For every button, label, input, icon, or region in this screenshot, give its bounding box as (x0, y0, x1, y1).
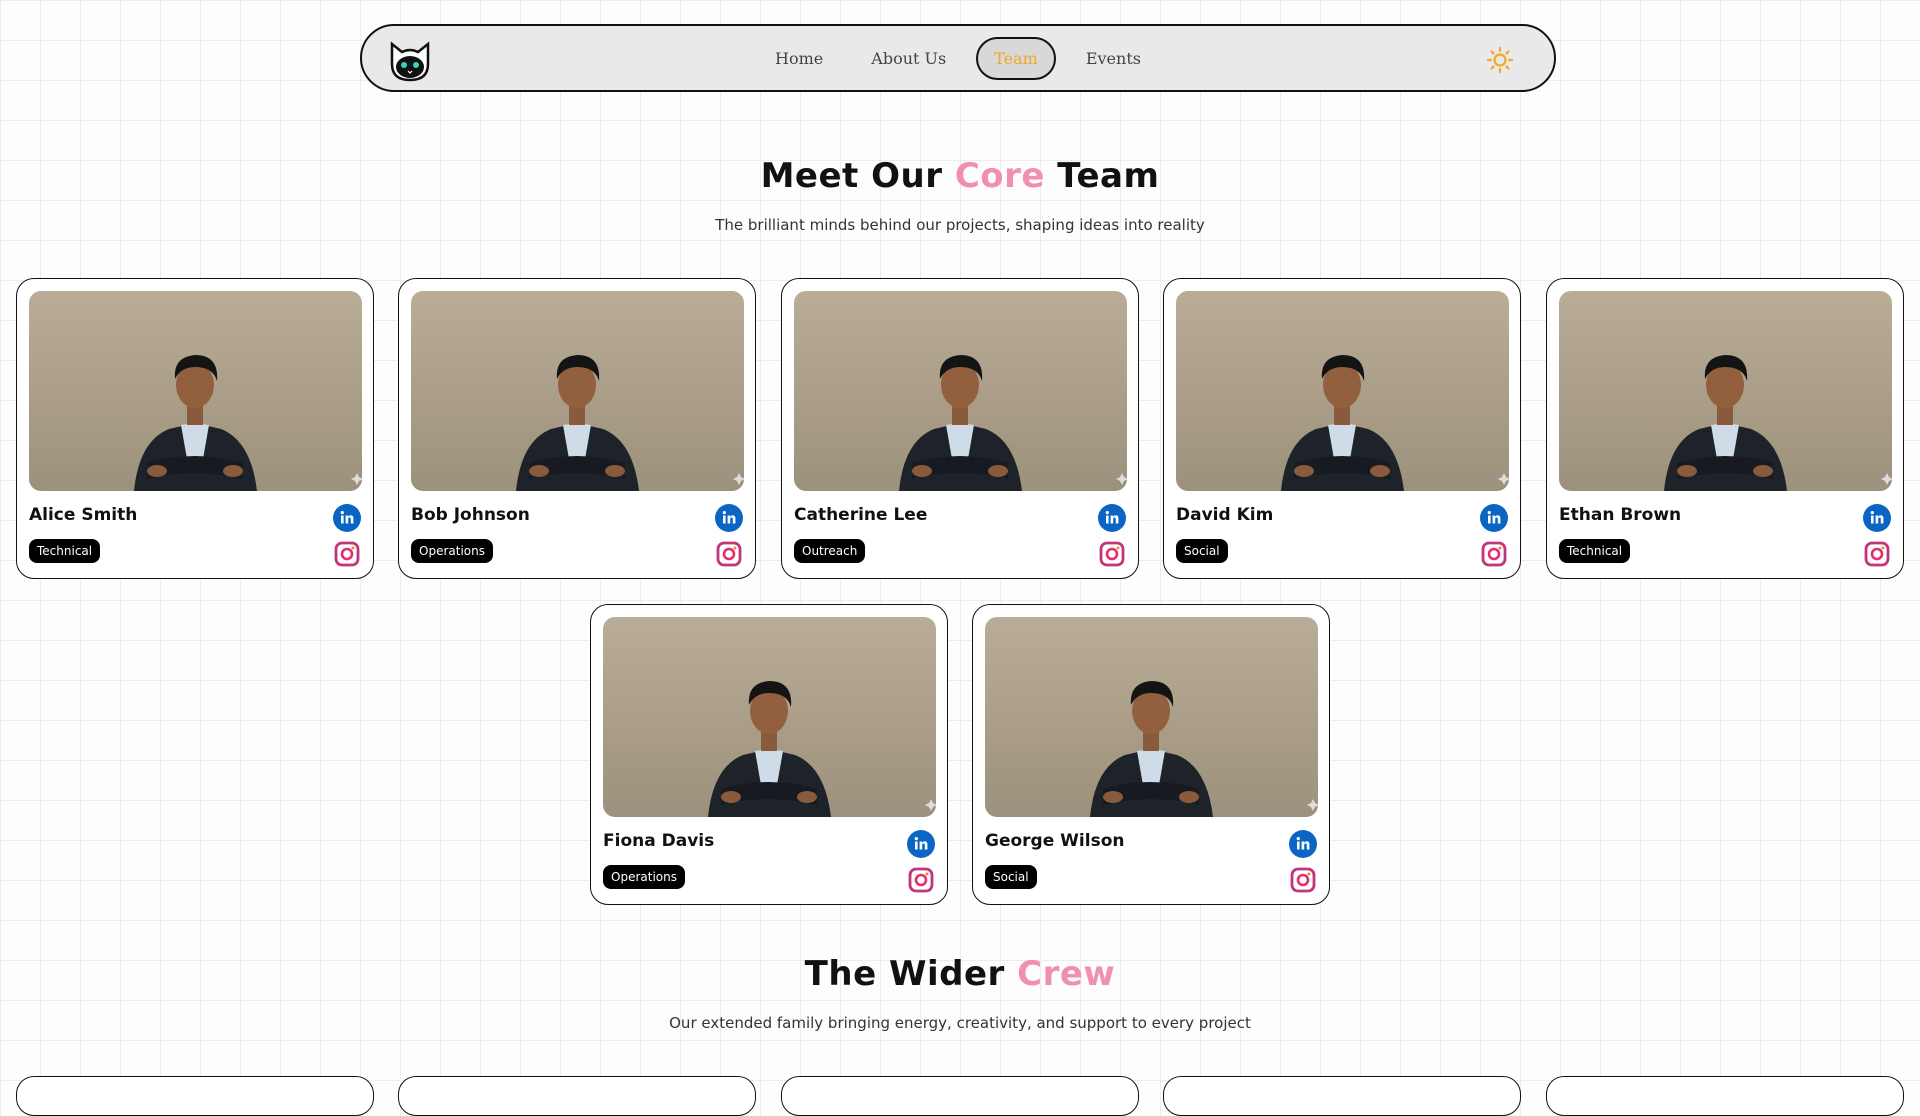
instagram-icon[interactable] (1863, 540, 1891, 568)
member-name: Bob Johnson (411, 505, 530, 525)
member-photo (29, 291, 362, 491)
title-accent: Crew (1017, 954, 1116, 994)
member-card: Fiona Davis Operations (590, 604, 948, 905)
member-photo (603, 617, 936, 817)
role-badge: Social (985, 865, 1037, 889)
instagram-icon[interactable] (333, 540, 361, 568)
nav-team[interactable]: Team (976, 36, 1056, 80)
cat-logo-icon[interactable] (384, 34, 436, 86)
title-part: Team (1044, 156, 1160, 196)
instagram-icon[interactable] (715, 540, 743, 568)
member-card: Ethan Brown Technical (1546, 278, 1904, 579)
nav-about-us[interactable]: About Us (853, 37, 964, 80)
title-part: Meet Our (760, 156, 955, 196)
wider-crew-card (1163, 1076, 1521, 1116)
member-photo (1559, 291, 1892, 491)
member-photo (1176, 291, 1509, 491)
linkedin-icon[interactable] (1289, 830, 1317, 858)
instagram-icon[interactable] (1289, 866, 1317, 894)
wider-crew-card (398, 1076, 756, 1116)
instagram-icon[interactable] (1480, 540, 1508, 568)
top-navbar: Home About Us Team Events (360, 24, 1556, 92)
member-card: Alice Smith Technical (16, 278, 374, 579)
role-badge: Operations (603, 865, 685, 889)
wider-crew-card (16, 1076, 374, 1116)
wider-crew-card (781, 1076, 1139, 1116)
role-badge: Technical (1559, 539, 1631, 563)
linkedin-icon[interactable] (1480, 504, 1508, 532)
wider-crew-subtitle: Our extended family bringing energy, cre… (669, 1014, 1251, 1032)
core-team-subtitle: The brilliant minds behind our projects,… (715, 216, 1205, 234)
member-photo (985, 617, 1318, 817)
member-name: Alice Smith (29, 505, 138, 525)
member-card: George Wilson Social (972, 604, 1330, 905)
title-part: The Wider (804, 954, 1018, 994)
linkedin-icon[interactable] (1863, 504, 1891, 532)
instagram-icon[interactable] (1098, 540, 1126, 568)
core-team-title: Meet Our Core Team (0, 156, 1920, 196)
member-photo (794, 291, 1127, 491)
member-photo (411, 291, 744, 491)
wider-crew-card (1546, 1076, 1904, 1116)
member-name: Catherine Lee (794, 505, 928, 525)
linkedin-icon[interactable] (715, 504, 743, 532)
nav-home[interactable]: Home (757, 37, 841, 80)
member-name: George Wilson (985, 831, 1125, 851)
linkedin-icon[interactable] (907, 830, 935, 858)
linkedin-icon[interactable] (1098, 504, 1126, 532)
member-name: Ethan Brown (1559, 505, 1682, 525)
role-badge: Technical (29, 539, 101, 563)
member-name: David Kim (1176, 505, 1274, 525)
instagram-icon[interactable] (907, 866, 935, 894)
role-badge: Operations (411, 539, 493, 563)
role-badge: Outreach (794, 539, 866, 563)
title-accent: Core (954, 156, 1045, 196)
nav-links: Home About Us Team Events (362, 26, 1554, 90)
sun-icon[interactable] (1486, 46, 1514, 74)
member-card: David Kim Social (1163, 278, 1521, 579)
linkedin-icon[interactable] (333, 504, 361, 532)
member-card: Catherine Lee Outreach (781, 278, 1139, 579)
member-card: Bob Johnson Operations (398, 278, 756, 579)
wider-crew-title: The Wider Crew (0, 954, 1920, 994)
nav-events[interactable]: Events (1068, 37, 1159, 80)
member-name: Fiona Davis (603, 831, 715, 851)
role-badge: Social (1176, 539, 1228, 563)
